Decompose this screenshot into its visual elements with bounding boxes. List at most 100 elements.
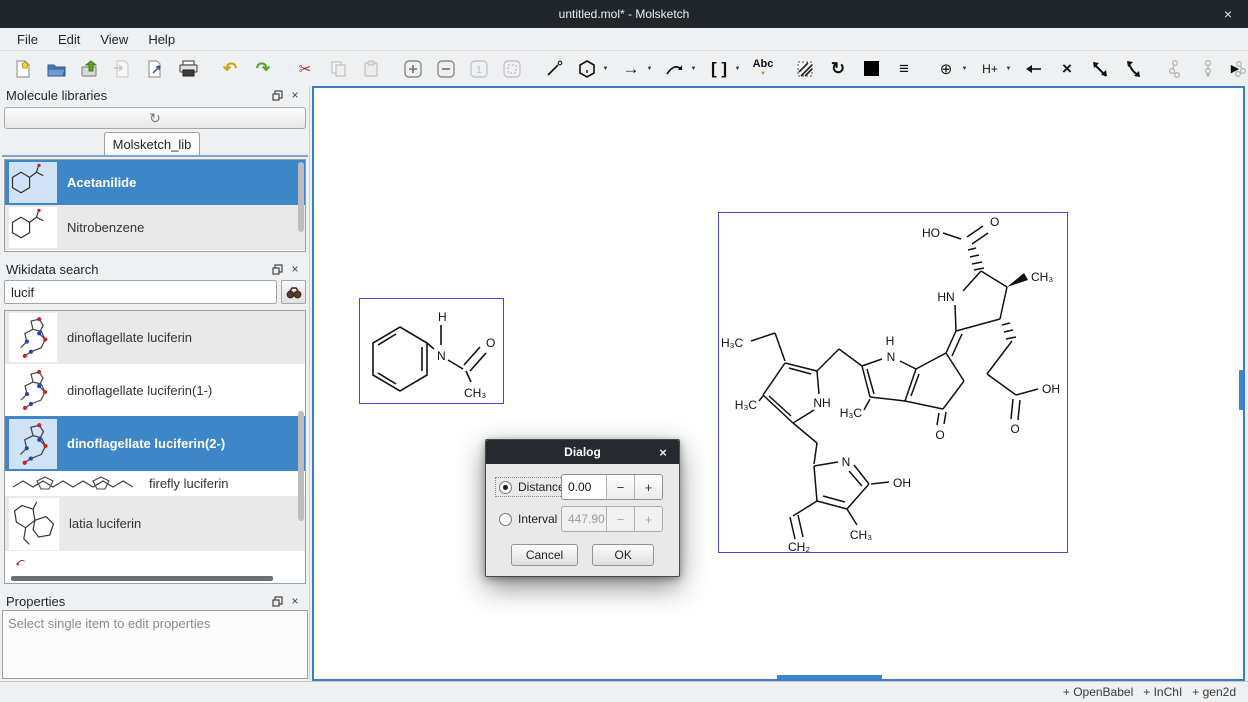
zoom-in-button[interactable] (400, 55, 426, 83)
library-list-scrollbar[interactable] (298, 162, 304, 232)
library-item[interactable]: Nitrobenzene (5, 205, 305, 250)
color-picker-button[interactable] (858, 55, 884, 83)
ring-tool-button[interactable] (574, 55, 600, 83)
wikidata-list-scrollbar[interactable] (298, 411, 304, 521)
menubar: File Edit View Help (0, 28, 1248, 51)
atom-label: OH (1042, 382, 1060, 396)
toolbar-overflow-button[interactable]: ▶ (1226, 51, 1244, 86)
copy-button[interactable] (325, 55, 351, 83)
atom-label: H₃C (721, 336, 744, 350)
export-file-button[interactable] (142, 55, 168, 83)
titlebar[interactable]: untitled.mol* - Molsketch × (0, 0, 1248, 28)
distance-radio-group[interactable]: Distance (496, 478, 568, 496)
rotate-tool-button[interactable]: ↻ (825, 55, 851, 83)
distance-decrement-button[interactable]: − (606, 475, 634, 499)
library-refresh-button[interactable]: ↻ (4, 107, 306, 129)
libraries-float-button[interactable] (268, 87, 286, 103)
hydrogen-tool-button[interactable]: H+ (977, 55, 1003, 83)
zoom-out-button[interactable] (433, 55, 459, 83)
bracket-tool-button[interactable]: [ ] (706, 55, 732, 83)
print-button[interactable] (175, 55, 201, 83)
properties-close-button[interactable]: × (286, 593, 304, 609)
dialog-titlebar[interactable]: Dialog × (486, 440, 679, 464)
cancel-button[interactable]: Cancel (511, 544, 578, 566)
reaction-arrow-dropdown[interactable]: ▼ (644, 55, 655, 83)
lone-pair-tool-button[interactable] (1021, 55, 1047, 83)
charge-tool-button[interactable]: ⊕ (933, 55, 959, 83)
wikidata-panel-title: Wikidata search (6, 262, 268, 277)
panel-splitter[interactable] (0, 253, 310, 260)
search-result-row[interactable] (5, 551, 305, 569)
panel-splitter[interactable] (0, 585, 310, 592)
tab-molsketch-lib[interactable]: Molsketch_lib (104, 132, 200, 155)
align-structure-button[interactable] (1195, 55, 1221, 83)
open-file-button[interactable] (43, 55, 69, 83)
optimize-structure-button[interactable] (1162, 55, 1188, 83)
properties-float-button[interactable] (268, 593, 286, 609)
search-result-row[interactable]: dinoflagellate luciferin(1-) (5, 364, 305, 416)
interval-radio[interactable] (499, 513, 512, 526)
canvas-horizontal-scrollbar[interactable] (777, 675, 882, 679)
zoom-original-button[interactable]: 1 (466, 55, 492, 83)
new-file-button[interactable] (10, 55, 36, 83)
distance-value[interactable]: 0.00 (562, 475, 606, 499)
atom-label: N (887, 350, 896, 364)
charge-tool-dropdown[interactable]: ▼ (959, 55, 970, 83)
wikidata-search-input[interactable] (4, 280, 277, 304)
menu-edit[interactable]: Edit (49, 30, 89, 49)
zoom-fit-button[interactable] (499, 55, 525, 83)
interval-increment-button[interactable]: + (634, 507, 662, 531)
search-result-row[interactable]: latia luciferin (5, 496, 305, 551)
dialog-close-button[interactable]: × (655, 440, 671, 464)
binoculars-icon (286, 286, 302, 299)
library-item[interactable]: Acetanilide (5, 160, 305, 205)
save-file-button[interactable] (76, 55, 102, 83)
wikidata-close-button[interactable]: × (286, 261, 304, 277)
wikidata-search-button[interactable] (281, 280, 306, 304)
interval-value[interactable]: 447.90 (562, 507, 606, 531)
reaction-arrow-button[interactable]: → (618, 55, 644, 83)
search-result-row[interactable]: dinoflagellate luciferin (5, 311, 305, 364)
flip-vertical-button[interactable] (1120, 55, 1146, 83)
ok-button[interactable]: OK (592, 544, 654, 566)
wikidata-list-hscrollbar[interactable] (11, 576, 273, 581)
menu-help[interactable]: Help (139, 30, 184, 49)
distance-radio[interactable] (499, 481, 512, 494)
cut-button[interactable]: ✂ (292, 55, 318, 83)
menu-view[interactable]: View (91, 30, 137, 49)
canvas-vertical-scrollbar[interactable] (1239, 370, 1243, 410)
distance-increment-button[interactable]: + (634, 475, 662, 499)
undo-button[interactable]: ↶ (217, 55, 243, 83)
wikidata-float-button[interactable] (268, 261, 286, 277)
import-file-button[interactable] (109, 55, 135, 83)
libraries-close-button[interactable]: × (286, 87, 304, 103)
libraries-panel-title: Molecule libraries (6, 88, 268, 103)
mechanism-arrow-dropdown[interactable]: ▼ (688, 55, 699, 83)
window-close-button[interactable]: × (1214, 0, 1242, 28)
redo-button[interactable]: ↷ (250, 55, 276, 83)
molecule-luciferin[interactable]: HO O HN CH₃ H₃C H N H₃C NH H₃C O OH O N … (718, 212, 1068, 553)
status-gen2d[interactable]: + gen2d (1192, 685, 1236, 699)
status-openbabel[interactable]: + OpenBabel (1063, 685, 1133, 699)
status-inchi[interactable]: + InChI (1143, 685, 1182, 699)
delete-tool-button[interactable]: × (1054, 55, 1080, 83)
molecule-acetanilide[interactable]: H N O CH₃ (359, 298, 504, 404)
text-tool-button[interactable]: Abc ▼ (750, 55, 776, 83)
search-result-row[interactable]: dinoflagellate luciferin(2-) (5, 416, 305, 471)
hatch-tool-button[interactable] (792, 55, 818, 83)
ring-tool-dropdown[interactable]: ▼ (600, 55, 611, 83)
draw-bond-button[interactable] (541, 55, 567, 83)
menu-file[interactable]: File (8, 30, 47, 49)
dialog-window[interactable]: Dialog × Distance 0.00 − + Interval (485, 439, 680, 577)
bracket-tool-dropdown[interactable]: ▼ (732, 55, 743, 83)
line-width-button[interactable]: ≡ (891, 55, 917, 83)
flip-horizontal-button[interactable] (1087, 55, 1113, 83)
hydrogen-tool-dropdown[interactable]: ▼ (1003, 55, 1014, 83)
drawing-canvas[interactable]: H N O CH₃ (312, 86, 1245, 681)
atom-label: CH₂ (788, 540, 810, 552)
search-result-row[interactable]: firefly luciferin (5, 471, 305, 496)
mechanism-arrow-button[interactable] (662, 55, 688, 83)
interval-decrement-button[interactable]: − (606, 507, 634, 531)
interval-radio-group[interactable]: Interval (496, 510, 560, 528)
paste-button[interactable] (358, 55, 384, 83)
